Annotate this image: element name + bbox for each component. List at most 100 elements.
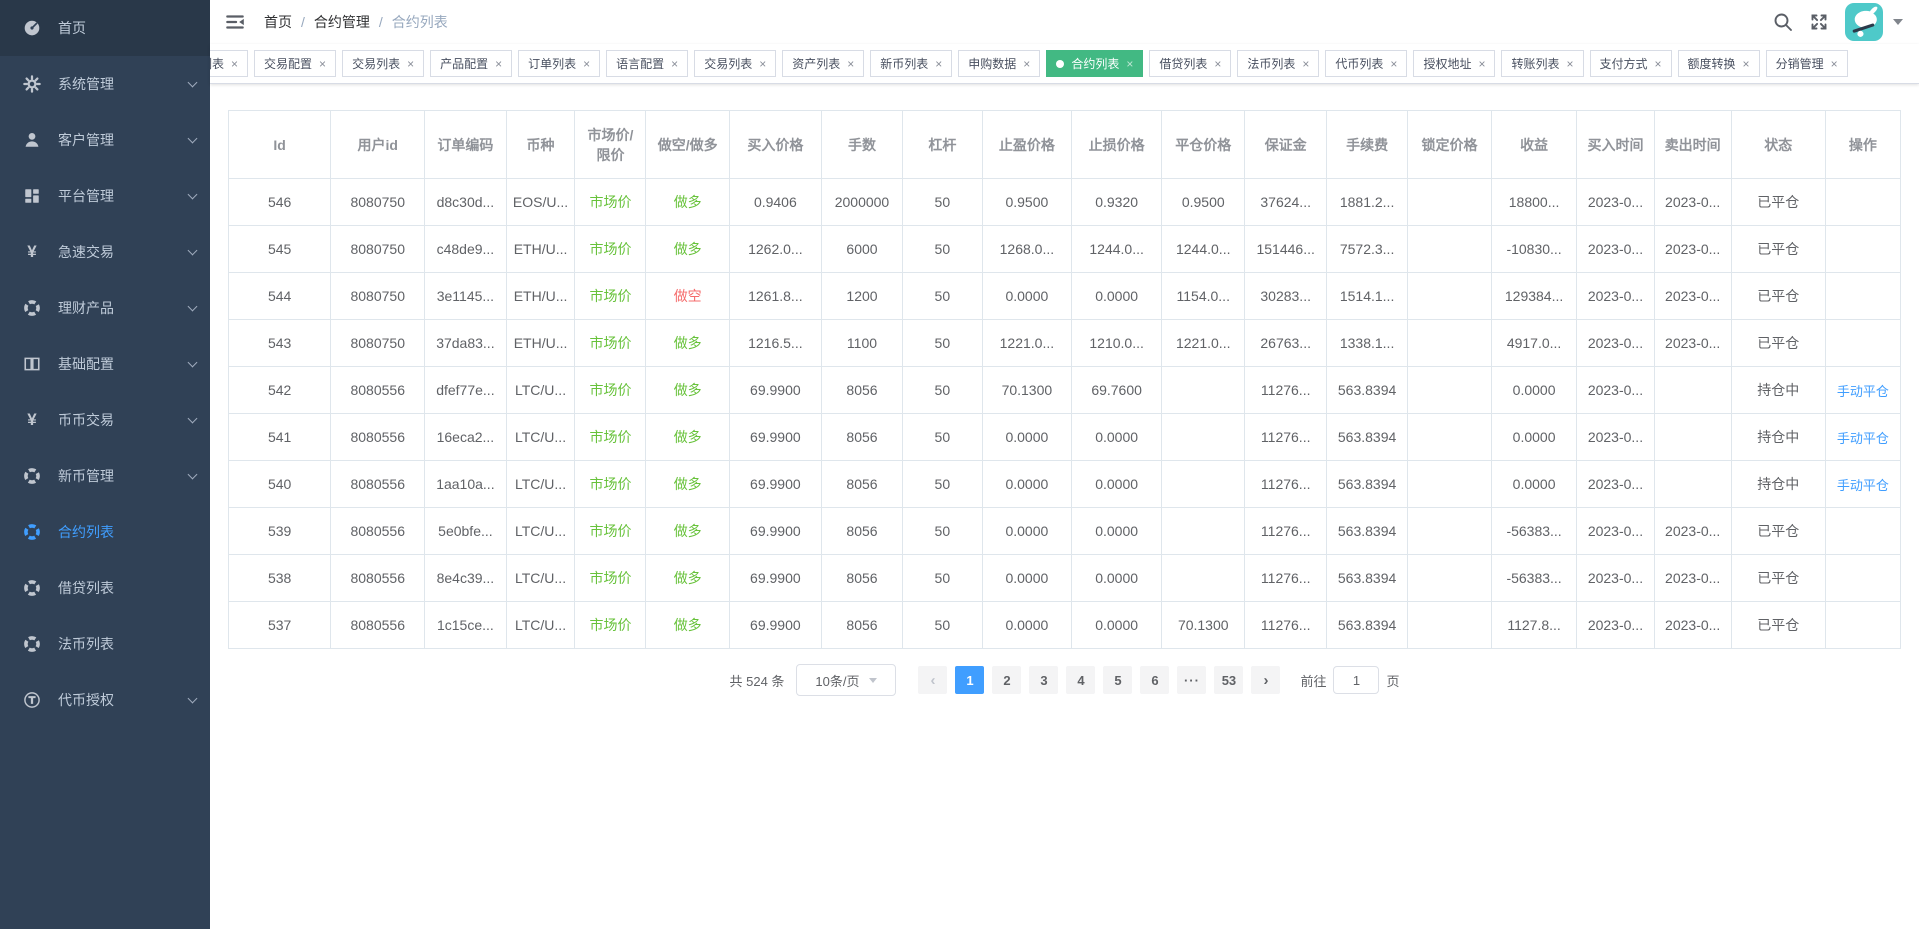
- manual-close-link[interactable]: 手动平仓: [1837, 431, 1889, 446]
- pager-page[interactable]: 53: [1214, 666, 1243, 694]
- sidebar-item[interactable]: 基础配置: [0, 336, 210, 392]
- close-icon[interactable]: ×: [1390, 58, 1397, 70]
- sidebar-item[interactable]: 系统管理: [0, 56, 210, 112]
- table-cell: 69.9900: [729, 508, 821, 555]
- next-page-button[interactable]: ›: [1251, 666, 1280, 694]
- close-icon[interactable]: ×: [1655, 58, 1662, 70]
- table-cell: EOS/U...: [506, 179, 575, 226]
- tab[interactable]: 申购数据×: [958, 50, 1040, 77]
- sidebar-item[interactable]: 法币列表: [0, 616, 210, 672]
- tab[interactable]: 授权地址×: [1413, 50, 1495, 77]
- tab[interactable]: 支付方式×: [1590, 50, 1672, 77]
- close-icon[interactable]: ×: [671, 58, 678, 70]
- sidebar-item[interactable]: 借贷列表: [0, 560, 210, 616]
- pager-page[interactable]: 4: [1066, 666, 1095, 694]
- table-cell: [1654, 414, 1731, 461]
- fullscreen-icon[interactable]: [1809, 12, 1829, 32]
- breadcrumb: 首页/合约管理/合约列表: [264, 12, 448, 32]
- tab[interactable]: 分销管理×: [1766, 50, 1848, 77]
- close-icon[interactable]: ×: [319, 58, 326, 70]
- close-icon[interactable]: ×: [935, 58, 942, 70]
- table-cell: 做多: [646, 508, 729, 555]
- table-cell: [1408, 226, 1491, 273]
- tab-label: 额度转换: [1688, 55, 1736, 72]
- tab[interactable]: 法币列表×: [1237, 50, 1319, 77]
- sidebar-item[interactable]: 合约列表: [0, 504, 210, 560]
- close-icon[interactable]: ×: [1023, 58, 1030, 70]
- manual-close-link[interactable]: 手动平仓: [1837, 384, 1889, 399]
- pager-page[interactable]: 3: [1029, 666, 1058, 694]
- table-cell: 1881.2...: [1326, 179, 1407, 226]
- column-header: 用户id: [331, 111, 425, 179]
- column-header: 止损价格: [1072, 111, 1162, 179]
- close-icon[interactable]: ×: [407, 58, 414, 70]
- table-cell: 543: [229, 320, 331, 367]
- table-cell: 市场价: [575, 602, 646, 649]
- tab[interactable]: 代币列表×: [1325, 50, 1407, 77]
- tab[interactable]: 产品配置×: [430, 50, 512, 77]
- pager-page[interactable]: 6: [1140, 666, 1169, 694]
- breadcrumb-item[interactable]: 合约管理: [314, 12, 370, 32]
- sidebar-item[interactable]: 理财产品: [0, 280, 210, 336]
- close-icon[interactable]: ×: [495, 58, 502, 70]
- tab[interactable]: 借贷列表×: [1149, 50, 1231, 77]
- page-size-select[interactable]: 10条/页: [796, 664, 896, 696]
- sidebar-item[interactable]: ¥币币交易: [0, 392, 210, 448]
- table-cell: 市场价: [575, 179, 646, 226]
- close-icon[interactable]: ×: [1831, 58, 1838, 70]
- close-icon[interactable]: ×: [231, 58, 238, 70]
- table-cell: 1244.0...: [1072, 226, 1162, 273]
- tab[interactable]: 额度转换 ×: [1678, 50, 1760, 77]
- tab[interactable]: 合约列表×: [1046, 50, 1143, 77]
- tab[interactable]: 列表 ×: [210, 50, 248, 77]
- pager-page[interactable]: 5: [1103, 666, 1132, 694]
- table-cell: 541: [229, 414, 331, 461]
- table-cell: 0.9320: [1072, 179, 1162, 226]
- table-cell: 2023-0...: [1654, 508, 1731, 555]
- chevron-down-icon[interactable]: [1893, 19, 1903, 25]
- table-cell: LTC/U...: [506, 508, 575, 555]
- tab[interactable]: 转账列表×: [1501, 50, 1583, 77]
- close-icon[interactable]: ×: [1566, 58, 1573, 70]
- close-icon[interactable]: ×: [583, 58, 590, 70]
- gear-icon: [20, 72, 44, 96]
- tab[interactable]: 交易列表×: [342, 50, 424, 77]
- tab[interactable]: 新币列表×: [870, 50, 952, 77]
- tab[interactable]: 资产列表×: [782, 50, 864, 77]
- column-header: 做空/做多: [646, 111, 729, 179]
- sidebar-item[interactable]: 首页: [0, 0, 210, 56]
- pager-page[interactable]: 2: [992, 666, 1021, 694]
- sidebar: 首页系统管理客户管理平台管理¥急速交易理财产品基础配置¥币币交易新币管理合约列表…: [0, 0, 210, 929]
- tab[interactable]: 语言配置×: [606, 50, 688, 77]
- close-icon[interactable]: ×: [1743, 58, 1750, 70]
- sidebar-item[interactable]: 新币管理: [0, 448, 210, 504]
- pager-page[interactable]: 1: [955, 666, 984, 694]
- sidebar-item[interactable]: 代币授权: [0, 672, 210, 728]
- table-cell: 已平仓: [1731, 273, 1825, 320]
- tab[interactable]: 订单列表×: [518, 50, 600, 77]
- sidebar-item[interactable]: 平台管理: [0, 168, 210, 224]
- sidebar-item[interactable]: 客户管理: [0, 112, 210, 168]
- pager-more[interactable]: ···: [1177, 666, 1206, 694]
- close-icon[interactable]: ×: [759, 58, 766, 70]
- close-icon[interactable]: ×: [1302, 58, 1309, 70]
- tab[interactable]: 交易列表×: [694, 50, 776, 77]
- sidebar-item[interactable]: ¥急速交易: [0, 224, 210, 280]
- goto-page-input[interactable]: [1333, 666, 1379, 694]
- avatar[interactable]: [1845, 3, 1883, 41]
- hamburger-icon[interactable]: [224, 11, 246, 33]
- tab-label: 列表: [210, 55, 224, 72]
- close-icon[interactable]: ×: [1214, 58, 1221, 70]
- close-icon[interactable]: ×: [1126, 58, 1133, 70]
- table-cell: 0.0000: [1072, 461, 1162, 508]
- chevron-down-icon: [869, 678, 877, 683]
- search-icon[interactable]: [1773, 12, 1793, 32]
- table-cell: 6000: [821, 226, 902, 273]
- breadcrumb-item[interactable]: 首页: [264, 12, 292, 32]
- table-cell: [1408, 273, 1491, 320]
- close-icon[interactable]: ×: [1478, 58, 1485, 70]
- tab[interactable]: 交易配置×: [254, 50, 336, 77]
- close-icon[interactable]: ×: [847, 58, 854, 70]
- prev-page-button[interactable]: ‹: [918, 666, 947, 694]
- manual-close-link[interactable]: 手动平仓: [1837, 478, 1889, 493]
